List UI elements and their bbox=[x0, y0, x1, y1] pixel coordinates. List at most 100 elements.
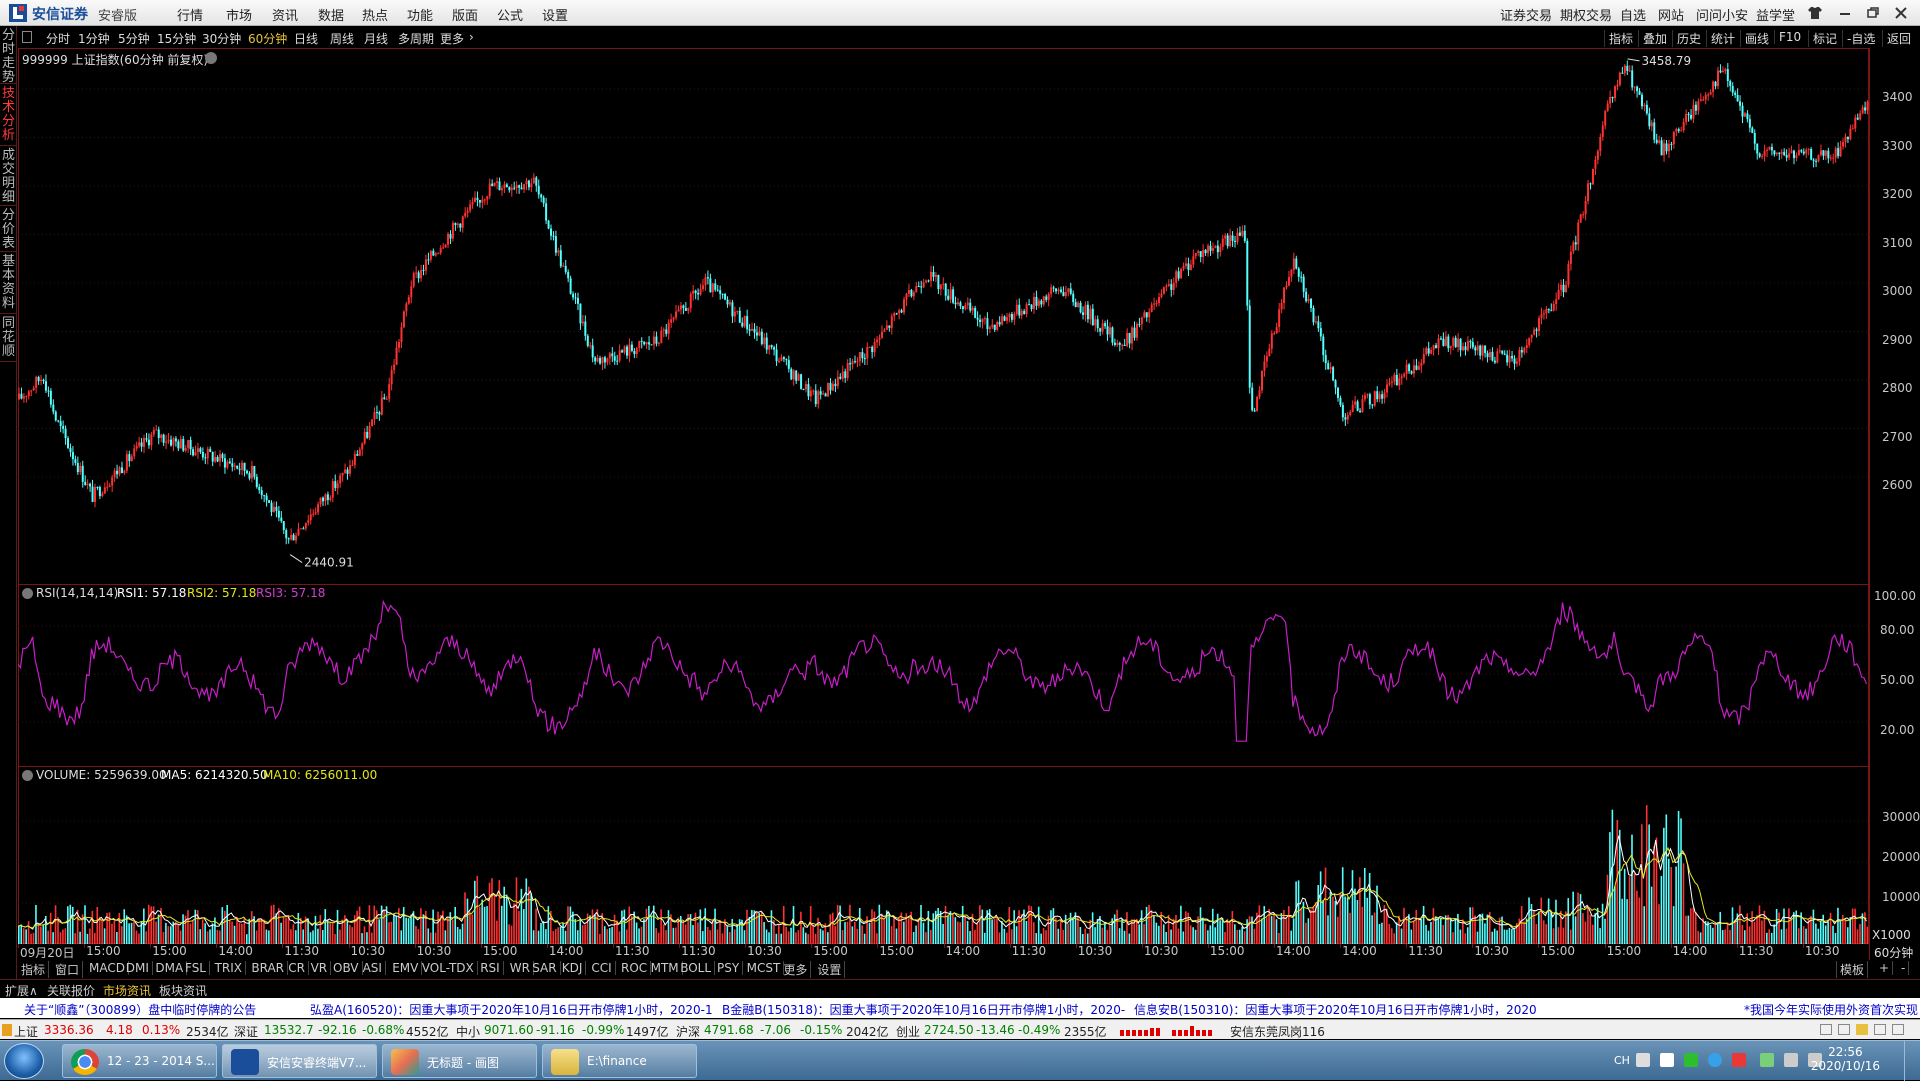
sz-name[interactable]: 深证 bbox=[234, 1023, 258, 1040]
zx-name[interactable]: 中小 bbox=[456, 1023, 480, 1040]
menu-website[interactable]: 网站 bbox=[1658, 5, 1684, 24]
tab-technical-analysis[interactable]: 技术分析 bbox=[0, 84, 17, 146]
shirt-icon[interactable] bbox=[1808, 6, 1822, 20]
ticker-item[interactable]: 信息安B(150310)：因重大事项于2020年10月16日开市停牌1小时，20… bbox=[1134, 1001, 1537, 1018]
show-desktop-button[interactable] bbox=[1904, 1041, 1920, 1081]
btn-f10[interactable]: F10 bbox=[1774, 30, 1805, 44]
indicator-tab[interactable]: CCI bbox=[588, 961, 616, 975]
btn-draw-line[interactable]: 画线 bbox=[1740, 30, 1773, 47]
flag-icon[interactable] bbox=[1760, 1053, 1774, 1067]
ticker-item[interactable]: *我国今年实际使用外资首次实现 bbox=[1744, 1001, 1918, 1018]
menu-redian[interactable]: 热点 bbox=[362, 5, 388, 24]
menu-ask[interactable]: 问问小安 bbox=[1696, 5, 1748, 24]
period-5min[interactable]: 5分钟 bbox=[118, 30, 150, 47]
indicator-tab[interactable]: PSY bbox=[714, 961, 744, 975]
btn-history[interactable]: 历史 bbox=[1672, 30, 1705, 47]
tab-basic-info[interactable]: 基本资料 bbox=[0, 252, 17, 314]
tab-trade-details[interactable]: 成交明细 bbox=[0, 146, 17, 206]
menu-shezhi[interactable]: 设置 bbox=[542, 5, 568, 24]
upload-icon[interactable] bbox=[1892, 1024, 1904, 1035]
indicator-tab[interactable]: CR bbox=[285, 961, 309, 975]
tab-expand[interactable]: 扩展∧ bbox=[2, 982, 41, 999]
chevron-right-icon[interactable]: › bbox=[469, 30, 474, 44]
period-monthly[interactable]: 月线 bbox=[364, 30, 388, 47]
menu-gongneng[interactable]: 功能 bbox=[407, 5, 433, 24]
btn-plus[interactable]: + bbox=[1876, 961, 1894, 975]
sh-name[interactable]: 上证 bbox=[14, 1023, 38, 1040]
bell-icon[interactable] bbox=[1874, 1024, 1886, 1035]
indicator-tab[interactable]: VR bbox=[308, 961, 332, 975]
period-30min[interactable]: 30分钟 bbox=[202, 30, 241, 47]
indicator-tab[interactable]: RSI bbox=[477, 961, 504, 975]
btn-overlay[interactable]: 叠加 bbox=[1638, 30, 1671, 47]
clock[interactable]: 22:56 2020/10/16 bbox=[1811, 1045, 1880, 1073]
period-daily[interactable]: 日线 bbox=[294, 30, 318, 47]
menu-shuju[interactable]: 数据 bbox=[318, 5, 344, 24]
btn-remove-watchlist[interactable]: -自选 bbox=[1842, 30, 1879, 47]
indicator-tab[interactable]: 设置 bbox=[814, 961, 846, 978]
menu-option-trading[interactable]: 期权交易 bbox=[1560, 5, 1612, 24]
btn-back[interactable]: 返回 bbox=[1882, 30, 1915, 47]
indicator-tab[interactable]: TRIX bbox=[212, 961, 247, 975]
menu-banmian[interactable]: 版面 bbox=[452, 5, 478, 24]
btn-indicator[interactable]: 指标 bbox=[1604, 30, 1637, 47]
tab-intraday[interactable]: 分时走势 bbox=[0, 26, 17, 85]
tab-related-quotes[interactable]: 关联报价 bbox=[44, 982, 98, 999]
task-paint[interactable]: 无标题 - 画图 bbox=[382, 1044, 537, 1078]
antivirus-icon[interactable] bbox=[1732, 1053, 1746, 1067]
menu-shichang[interactable]: 市场 bbox=[226, 5, 252, 24]
btn-mark[interactable]: 标记 bbox=[1808, 30, 1841, 47]
period-1min[interactable]: 1分钟 bbox=[78, 30, 110, 47]
menu-stock-trading[interactable]: 证券交易 bbox=[1500, 5, 1552, 24]
layout-icon[interactable] bbox=[1820, 1024, 1832, 1035]
layout-icon[interactable] bbox=[1838, 1024, 1850, 1035]
lock-icon[interactable] bbox=[1856, 1024, 1868, 1035]
ticker-item[interactable]: B金融B(150318)：因重大事项于2020年10月16日开市停牌1小时，20… bbox=[722, 1001, 1125, 1018]
menu-hangqing[interactable]: 行情 bbox=[177, 5, 203, 24]
indicator-tab[interactable]: FSL bbox=[182, 961, 210, 975]
menu-watchlist[interactable]: 自选 bbox=[1620, 5, 1646, 24]
btn-statistics[interactable]: 统计 bbox=[1706, 30, 1739, 47]
tab-price-table[interactable]: 分价表 bbox=[0, 206, 17, 252]
indicator-tab[interactable]: OBV bbox=[330, 961, 363, 975]
period-more[interactable]: 更多 bbox=[440, 30, 464, 47]
indicator-tab[interactable]: 指标 bbox=[18, 961, 50, 978]
ticker-item[interactable]: 弘盈A(160520)：因重大事项于2020年10月16日开市停牌1小时，202… bbox=[310, 1001, 713, 1018]
cy-name[interactable]: 创业 bbox=[896, 1023, 920, 1040]
indicator-tab[interactable]: KDJ bbox=[559, 961, 587, 975]
close-icon[interactable] bbox=[1894, 6, 1908, 20]
wechat-icon[interactable] bbox=[1684, 1053, 1698, 1067]
tab-tonghuashun[interactable]: 同花顺 bbox=[0, 314, 17, 362]
indicator-tab[interactable]: EMV bbox=[389, 961, 423, 975]
task-explorer[interactable]: E:\finance bbox=[542, 1044, 697, 1078]
menu-yixuetang[interactable]: 益学堂 bbox=[1756, 5, 1795, 24]
network-icon[interactable] bbox=[1784, 1053, 1798, 1067]
indicator-tab[interactable]: 窗口 bbox=[52, 961, 84, 978]
tab-sector-news[interactable]: 板块资讯 bbox=[156, 982, 210, 999]
toggle-panel-icon[interactable] bbox=[22, 31, 32, 43]
period-60min[interactable]: 60分钟 bbox=[248, 30, 287, 47]
ticker-item[interactable]: 关于“顺鑫”（300899）盘中临时停牌的公告 bbox=[24, 1001, 256, 1018]
hs-name[interactable]: 沪深 bbox=[676, 1023, 700, 1040]
indicator-tab[interactable]: DMI bbox=[123, 961, 153, 975]
indicator-tab[interactable]: ROC bbox=[618, 961, 652, 975]
task-anxin-terminal[interactable]: 安信安睿终端V7... bbox=[222, 1044, 377, 1078]
btn-minus[interactable]: - bbox=[1898, 961, 1910, 975]
period-multi[interactable]: 多周期 bbox=[398, 30, 434, 47]
indicator-tab[interactable]: BRAR bbox=[248, 961, 289, 975]
indicator-tab[interactable]: MCST bbox=[744, 961, 785, 975]
start-button[interactable] bbox=[4, 1043, 44, 1079]
period-fenshi[interactable]: 分时 bbox=[46, 30, 70, 47]
period-weekly[interactable]: 周线 bbox=[330, 30, 354, 47]
indicator-tab[interactable]: 更多 bbox=[780, 961, 812, 978]
indicator-tab[interactable]: VOL-TDX bbox=[419, 961, 478, 975]
tray-icon[interactable] bbox=[1660, 1053, 1674, 1067]
ime-indicator[interactable]: CH bbox=[1614, 1054, 1630, 1067]
period-15min[interactable]: 15分钟 bbox=[157, 30, 196, 47]
menu-zixun[interactable]: 资讯 bbox=[272, 5, 298, 24]
restore-icon[interactable] bbox=[1866, 6, 1880, 20]
network-globe-icon[interactable] bbox=[1708, 1053, 1722, 1067]
task-chrome[interactable]: 12 - 23 - 2014 S... bbox=[62, 1044, 217, 1078]
keyboard-icon[interactable] bbox=[1636, 1053, 1650, 1067]
indicator-tab[interactable]: SAR bbox=[529, 961, 561, 975]
